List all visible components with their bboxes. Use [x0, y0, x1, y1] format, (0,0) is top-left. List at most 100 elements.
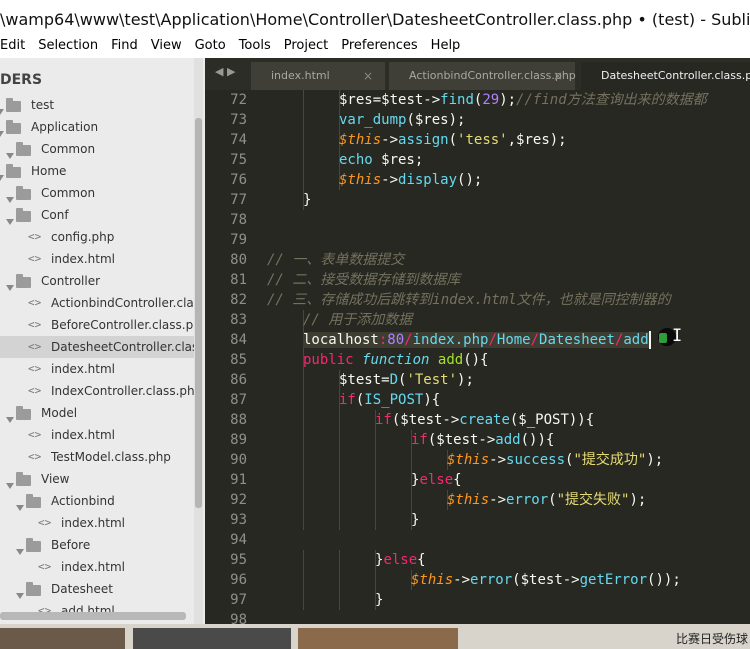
sidebar-folder[interactable]: Actionbind: [0, 490, 194, 512]
sidebar-folder[interactable]: Before: [0, 534, 194, 556]
file-code-icon: <>: [28, 296, 42, 309]
sidebar-file[interactable]: <> index.html: [0, 512, 194, 534]
code-line[interactable]: public function add(){: [303, 350, 488, 370]
indent-guide: [375, 510, 376, 530]
sidebar-scrollbar-thumb[interactable]: [195, 118, 202, 508]
code-line[interactable]: if(IS_POST){: [339, 390, 440, 410]
sidebar-file[interactable]: <> index.html: [0, 248, 194, 270]
disclosure-arrow-icon[interactable]: [0, 123, 4, 137]
sidebar-horizontal-scrollbar[interactable]: [0, 612, 186, 620]
file-code-icon: <>: [28, 230, 42, 243]
code-line[interactable]: echo $res;: [339, 150, 423, 170]
code-token: D: [389, 372, 399, 388]
code-token: {: [453, 472, 462, 488]
code-line[interactable]: $this->assign('tess',$res);: [339, 130, 567, 150]
code-line[interactable]: $test=D('Test');: [339, 370, 474, 390]
sidebar-folder[interactable]: Common: [0, 138, 194, 160]
sidebar-file[interactable]: <> TestModel.class.php: [0, 446, 194, 468]
sidebar-folder[interactable]: test: [0, 94, 194, 116]
menu-project[interactable]: Project: [284, 34, 328, 58]
disclosure-arrow-icon[interactable]: [0, 101, 4, 115]
sidebar-folder[interactable]: Common: [0, 182, 194, 204]
menu-goto[interactable]: Goto: [195, 34, 226, 58]
code-token: 80: [387, 332, 405, 348]
menu-view[interactable]: View: [151, 34, 182, 58]
indent-guide: [303, 430, 304, 450]
code-line[interactable]: localhost:80/index.php/Home/Datesheet/ad…: [303, 330, 651, 350]
code-token: Datesheet: [539, 332, 615, 348]
code-token: $res=: [339, 92, 382, 108]
code-line[interactable]: }else{: [411, 470, 462, 490]
sidebar-item-label: index.html: [51, 252, 115, 266]
code-line[interactable]: }: [303, 190, 311, 210]
sidebar-folder[interactable]: Controller: [0, 270, 194, 292]
sidebar-folder[interactable]: View: [0, 468, 194, 490]
sidebar-file[interactable]: <> DatesheetController.class.p: [0, 336, 194, 358]
menu-help[interactable]: Help: [431, 34, 461, 58]
line-number: 80: [230, 252, 247, 268]
file-code-icon: <>: [28, 252, 42, 265]
sidebar-folder[interactable]: Conf: [0, 204, 194, 226]
tab-nav-arrows-icon[interactable]: ◀ ▶: [215, 65, 235, 78]
sidebar-folder[interactable]: Model: [0, 402, 194, 424]
code-token: );: [646, 452, 664, 468]
code-line[interactable]: var_dump($res);: [339, 110, 465, 130]
code-line[interactable]: }: [375, 590, 383, 610]
editor-tab[interactable]: index.html ×: [251, 62, 385, 90]
disclosure-arrow-icon[interactable]: [6, 189, 14, 203]
menu-edit[interactable]: Edit: [0, 34, 25, 58]
disclosure-arrow-icon[interactable]: [6, 277, 14, 291]
indent-guide: [303, 450, 304, 470]
code-line[interactable]: }: [411, 510, 419, 530]
disclosure-arrow-icon[interactable]: [16, 585, 24, 599]
close-tab-icon[interactable]: ×: [363, 62, 373, 90]
sidebar-file[interactable]: <> config.php: [0, 226, 194, 248]
code-line[interactable]: if($test->add()){: [411, 430, 554, 450]
code-line[interactable]: // 二、接受数据存储到数据库: [267, 270, 460, 290]
menu-selection[interactable]: Selection: [38, 34, 98, 58]
code-line[interactable]: $this->display();: [339, 170, 482, 190]
code-line[interactable]: // 一、表单数据提交: [267, 250, 404, 270]
code-line[interactable]: // 用于添加数据: [303, 310, 412, 330]
code-line[interactable]: }else{: [375, 550, 426, 570]
sidebar-scrollbar[interactable]: [194, 58, 203, 624]
code-token: $res;: [372, 152, 424, 168]
disclosure-arrow-icon[interactable]: [6, 475, 14, 489]
sidebar-file[interactable]: <> IndexController.class.php: [0, 380, 194, 402]
code-line[interactable]: // 三、存储成功后跳转到index.html文件，也就是同控制器的: [267, 290, 671, 310]
sidebar-file[interactable]: <> ActionbindController.class: [0, 292, 194, 314]
disclosure-arrow-icon[interactable]: [6, 409, 14, 423]
close-tab-icon[interactable]: ×: [553, 62, 563, 90]
code-token: find: [440, 92, 474, 108]
code-editor[interactable]: 72 73 74 75 76 77 78 79 80 81 82 83 84 85 86 87 88 89 90 91…: [205, 90, 750, 624]
menu-preferences[interactable]: Preferences: [341, 34, 417, 58]
editor-tab[interactable]: DatesheetController.class.php: [581, 62, 750, 90]
code-line[interactable]: $this->error("提交失败");: [447, 490, 646, 510]
code-token: // 二、接受数据存储到数据库: [267, 272, 461, 288]
sidebar-folder[interactable]: Datesheet: [0, 578, 194, 600]
sidebar-file[interactable]: <> index.html: [0, 424, 194, 446]
folder-icon: [6, 120, 21, 134]
code-token: IS_POST: [364, 392, 424, 408]
disclosure-arrow-icon[interactable]: [6, 145, 14, 159]
line-number: 74: [230, 132, 247, 148]
code-line[interactable]: $this->success("提交成功");: [447, 450, 663, 470]
code-line[interactable]: $this->error($test->getError());: [411, 570, 681, 590]
code-line[interactable]: if($test->create($_POST)){: [375, 410, 594, 430]
menu-find[interactable]: Find: [111, 34, 138, 58]
code-line[interactable]: $res=$test->find(29);//find方法查询出来的数据都: [339, 90, 707, 110]
disclosure-arrow-icon[interactable]: [6, 211, 14, 225]
sidebar-folder[interactable]: Home: [0, 160, 194, 182]
disclosure-arrow-icon[interactable]: [0, 167, 4, 181]
sidebar-file[interactable]: <> index.html: [0, 556, 194, 578]
menu-tools[interactable]: Tools: [239, 34, 271, 58]
disclosure-arrow-icon[interactable]: [16, 497, 24, 511]
sidebar-file[interactable]: <> BeforeController.class.php: [0, 314, 194, 336]
sidebar-folder[interactable]: Application: [0, 116, 194, 138]
disclosure-arrow-icon[interactable]: [16, 541, 24, 555]
editor-tab[interactable]: ActionbindController.class.php ×: [389, 62, 576, 90]
thumbnail-photo: [298, 628, 458, 649]
sidebar-file[interactable]: <> index.html: [0, 358, 194, 380]
sidebar-item-label: Application: [31, 120, 99, 134]
code-token: add: [623, 332, 649, 348]
